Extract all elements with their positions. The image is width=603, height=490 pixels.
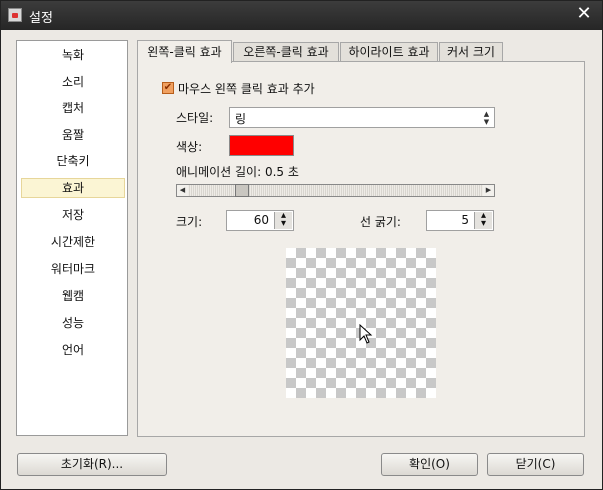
sidebar-item-sound[interactable]: 소리 — [21, 72, 125, 92]
window-title: 설정 — [29, 11, 53, 26]
reset-button[interactable]: 초기화(R)... — [17, 453, 167, 476]
ok-button[interactable]: 확인(O) — [381, 453, 478, 476]
style-value: 링 — [235, 112, 247, 126]
color-swatch[interactable] — [229, 135, 294, 156]
sidebar-item-effects[interactable]: 효과 — [21, 178, 125, 198]
tab-left-click[interactable]: 왼쪽-클릭 효과 — [137, 40, 232, 63]
sidebar-item-watermark[interactable]: 워터마크 — [21, 259, 125, 279]
left-click-panel: ✔ 마우스 왼쪽 클릭 효과 추가 스타일: 링 ▲ ▼ 색상: 애니메이션 길이… — [137, 61, 585, 437]
line-width-spinbox[interactable]: 5 ▴ ▾ — [426, 210, 494, 231]
sidebar-item-language[interactable]: 언어 — [21, 340, 125, 360]
settings-category-list: 녹화 소리 캡처 움짤 단축키 효과 저장 시간제한 워터마크 웹캠 성능 언어 — [16, 40, 128, 436]
animation-length-label: 애니메이션 길이: 0.5 초 — [176, 165, 299, 179]
line-width-spin-icon[interactable]: ▴ ▾ — [474, 211, 492, 229]
sidebar-item-webcam[interactable]: 웹캠 — [21, 286, 125, 306]
slider-left-arrow-icon[interactable]: ◀ — [177, 185, 188, 196]
mouse-cursor-icon — [359, 324, 373, 344]
sidebar-item-hotkeys[interactable]: 단축키 — [21, 151, 125, 171]
effect-preview — [286, 248, 436, 398]
close-icon[interactable]: ✕ — [574, 4, 594, 24]
color-label: 색상: — [176, 140, 203, 154]
title-bar[interactable]: 설정 ✕ — [1, 1, 602, 30]
style-select[interactable]: 링 ▲ ▼ — [229, 107, 495, 128]
style-label: 스타일: — [176, 111, 214, 125]
line-width-value: 5 — [461, 213, 469, 227]
add-click-effect-label: 마우스 왼쪽 클릭 효과 추가 — [178, 82, 315, 96]
close-button[interactable]: 닫기(C) — [487, 453, 584, 476]
slider-right-arrow-icon[interactable]: ▶ — [483, 185, 494, 196]
settings-window: 설정 ✕ 녹화 소리 캡처 움짤 단축키 효과 저장 시간제한 워터마크 웹캠 … — [0, 0, 603, 490]
tab-highlight[interactable]: 하이라이트 효과 — [340, 42, 438, 61]
sidebar-item-gif[interactable]: 움짤 — [21, 125, 125, 145]
sidebar-item-time-limit[interactable]: 시간제한 — [21, 232, 125, 252]
slider-thumb[interactable] — [235, 184, 249, 197]
sidebar-item-performance[interactable]: 성능 — [21, 313, 125, 333]
size-value: 60 — [253, 213, 269, 227]
sidebar-item-save[interactable]: 저장 — [21, 205, 125, 225]
select-arrows-icon: ▲ ▼ — [483, 110, 490, 126]
animation-length-slider[interactable]: ◀ ▶ — [176, 184, 495, 197]
tab-cursor-size[interactable]: 커서 크기 — [439, 42, 503, 61]
size-spin-icon[interactable]: ▴ ▾ — [274, 211, 292, 229]
size-spinbox[interactable]: 60 ▴ ▾ — [226, 210, 294, 231]
sidebar-item-recording[interactable]: 녹화 — [21, 45, 125, 65]
app-icon — [8, 8, 22, 22]
size-label: 크기: — [176, 215, 203, 229]
sidebar-item-capture[interactable]: 캡처 — [21, 98, 125, 118]
line-width-label: 선 굵기: — [360, 215, 401, 229]
tab-right-click[interactable]: 오른쪽-클릭 효과 — [233, 42, 339, 61]
add-click-effect-checkbox[interactable]: ✔ — [162, 82, 174, 94]
